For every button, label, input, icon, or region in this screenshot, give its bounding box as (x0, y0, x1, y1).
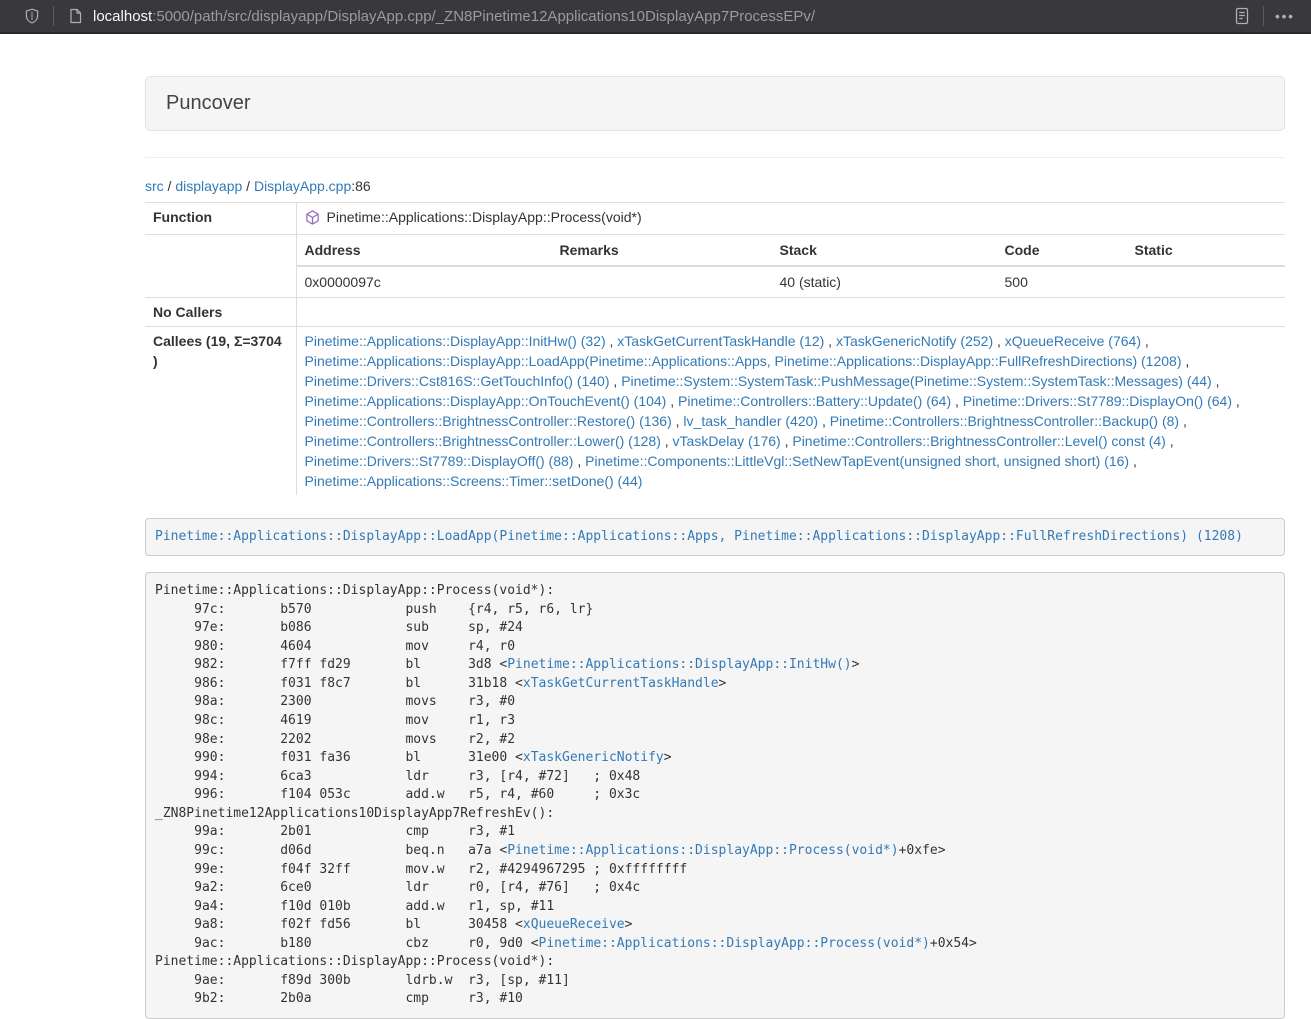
no-callers-label: No Callers (145, 297, 296, 326)
disassembly-pre: Pinetime::Applications::DisplayApp::Proc… (145, 572, 1285, 1019)
callee-link[interactable]: Pinetime::Applications::DisplayApp::OnTo… (305, 393, 667, 409)
callee-link[interactable]: Pinetime::Controllers::BrightnessControl… (305, 433, 661, 449)
callee-link[interactable]: vTaskDelay (176) (673, 433, 781, 449)
address-value: 0x0000097c (297, 266, 552, 297)
code-symbol-link[interactable]: xTaskGetCurrentTaskHandle (523, 676, 719, 691)
callee-link[interactable]: Pinetime::System::SystemTask::PushMessag… (621, 373, 1212, 389)
url-host: localhost (93, 8, 152, 25)
col-address: Address (297, 235, 552, 266)
col-code: Code (997, 235, 1127, 266)
function-label: Function (145, 203, 296, 235)
code-symbol-link[interactable]: xTaskGenericNotify (523, 750, 664, 765)
no-callers-row: No Callers (145, 297, 1285, 326)
divider (145, 157, 1285, 158)
stats-table: Address Remarks Stack Code Static 0x0000… (297, 235, 1286, 297)
callee-link[interactable]: Pinetime::Drivers::Cst816S::GetTouchInfo… (305, 373, 610, 389)
url-bar[interactable]: localhost:5000/path/src/displayapp/Displ… (93, 8, 815, 25)
remarks-value (552, 266, 772, 297)
browser-chrome: localhost:5000/path/src/displayapp/Displ… (0, 0, 1311, 34)
chrome-divider (1263, 6, 1264, 26)
breadcrumb: src / displayapp / DisplayApp.cpp:86 (145, 178, 1285, 194)
table-row: 0x0000097c 40 (static) 500 (297, 266, 1286, 297)
col-static: Static (1127, 235, 1286, 266)
callee-link[interactable]: lv_task_handler (420) (683, 413, 818, 429)
more-menu-icon[interactable]: ••• (1273, 4, 1297, 28)
breadcrumb-link[interactable]: displayapp (175, 178, 242, 194)
callee-link[interactable]: Pinetime::Applications::Screens::Timer::… (305, 473, 643, 489)
breadcrumb-link[interactable]: src (145, 178, 164, 194)
callee-link[interactable]: Pinetime::Controllers::Battery::Update()… (678, 393, 951, 409)
shield-icon[interactable] (20, 4, 44, 28)
reader-mode-icon[interactable] (1230, 4, 1254, 28)
callee-link[interactable]: xTaskGetCurrentTaskHandle (12) (617, 333, 824, 349)
callee-link[interactable]: Pinetime::Controllers::BrightnessControl… (792, 433, 1165, 449)
callees-label: Callees (19, Σ=3704 ) (145, 326, 296, 495)
highlighted-symbol-link[interactable]: Pinetime::Applications::DisplayApp::Load… (155, 529, 1243, 544)
function-row: Function Pinetime::Applications::Display… (145, 203, 1285, 235)
code-symbol-link[interactable]: Pinetime::Applications::DisplayApp::Init… (507, 657, 851, 672)
callee-link[interactable]: Pinetime::Applications::DisplayApp::Init… (305, 333, 606, 349)
stack-value: 40 (static) (772, 266, 997, 297)
callees-row: Callees (19, Σ=3704 ) Pinetime::Applicat… (145, 326, 1285, 495)
breadcrumb-link[interactable]: DisplayApp.cpp (254, 178, 351, 194)
function-name: Pinetime::Applications::DisplayApp::Proc… (327, 207, 642, 227)
code-value: 500 (997, 266, 1127, 297)
package-icon (305, 210, 320, 225)
page-icon[interactable] (63, 4, 87, 28)
url-path: :5000/path/src/displayapp/DisplayApp.cpp… (152, 8, 815, 25)
page-title: Puncover (145, 76, 1285, 131)
callees-list: Pinetime::Applications::DisplayApp::Init… (296, 326, 1285, 495)
callee-link[interactable]: Pinetime::Applications::DisplayApp::Load… (305, 353, 1182, 369)
callee-link[interactable]: Pinetime::Controllers::BrightnessControl… (830, 413, 1179, 429)
page-content: Puncover src / displayapp / DisplayApp.c… (145, 76, 1285, 1019)
chrome-divider (53, 6, 54, 26)
code-symbol-link[interactable]: xQueueReceive (523, 917, 625, 932)
callee-link[interactable]: Pinetime::Components::LittleVgl::SetNewT… (585, 453, 1129, 469)
code-symbol-link[interactable]: Pinetime::Applications::DisplayApp::Proc… (507, 843, 898, 858)
code-symbol-link[interactable]: Pinetime::Applications::DisplayApp::Proc… (539, 936, 930, 951)
highlighted-symbol-block: Pinetime::Applications::DisplayApp::Load… (145, 518, 1285, 557)
callee-link[interactable]: xTaskGenericNotify (252) (836, 333, 993, 349)
static-value (1127, 266, 1286, 297)
callee-link[interactable]: Pinetime::Drivers::St7789::DisplayOn() (… (963, 393, 1232, 409)
col-stack: Stack (772, 235, 997, 266)
stats-row: Address Remarks Stack Code Static 0x0000… (145, 234, 1285, 297)
callee-link[interactable]: xQueueReceive (764) (1005, 333, 1141, 349)
col-remarks: Remarks (552, 235, 772, 266)
function-table: Function Pinetime::Applications::Display… (145, 202, 1285, 495)
callee-link[interactable]: Pinetime::Drivers::St7789::DisplayOff() … (305, 453, 574, 469)
callee-link[interactable]: Pinetime::Controllers::BrightnessControl… (305, 413, 672, 429)
